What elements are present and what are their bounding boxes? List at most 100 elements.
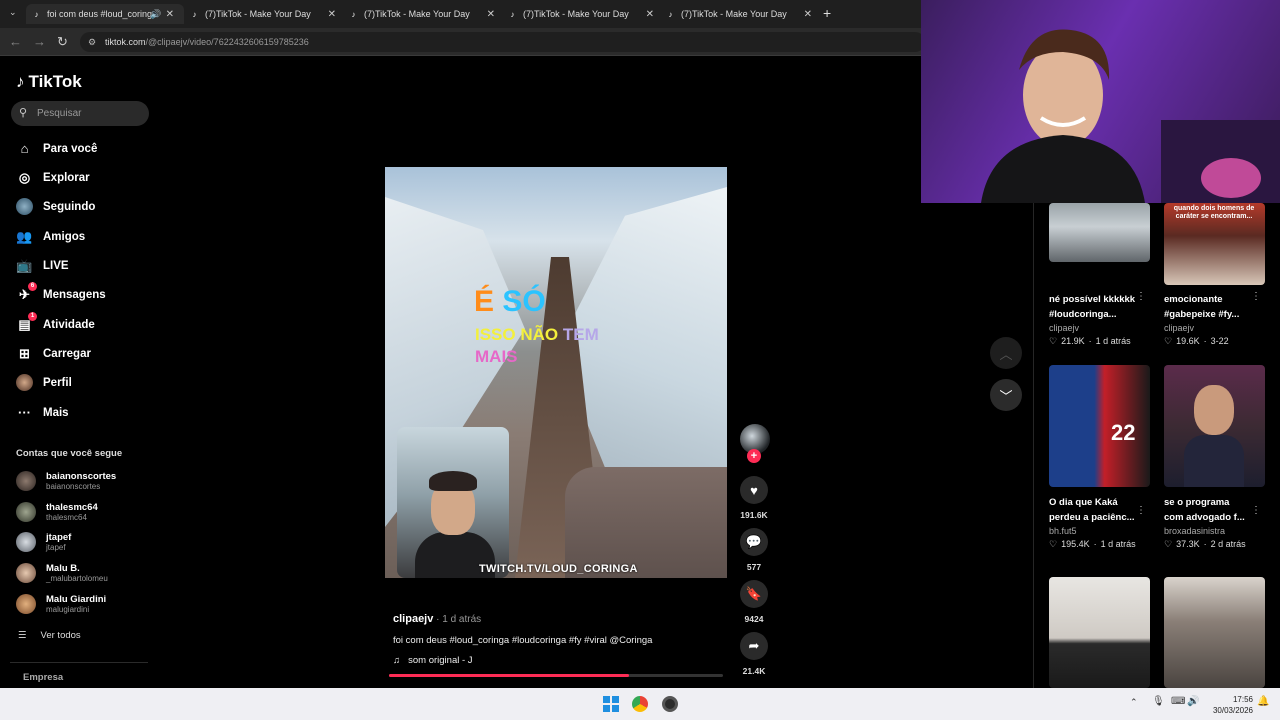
video-age: 3-22 [1210, 336, 1229, 346]
obs-icon[interactable] [662, 696, 678, 712]
tab-list-chevron-icon[interactable]: ⌄ [9, 7, 17, 18]
thumbnail-face [1194, 385, 1234, 435]
recommended-video[interactable]: ⋮ né possível kkkkkk #loudcoringa... cli… [1049, 203, 1150, 347]
back-icon[interactable]: ← [9, 34, 22, 49]
start-tile [612, 705, 619, 712]
close-tab-icon[interactable]: ✕ [487, 9, 495, 20]
account-item[interactable]: thalesmc64 thalesmc64 [16, 502, 98, 522]
video-author[interactable]: clipaejv · 1 d atrás [393, 613, 481, 625]
sidebar-item-more[interactable]: ··· Mais [16, 404, 69, 421]
sidebar-item-activity[interactable]: ▤ 1 Atividade [16, 312, 95, 333]
new-tab-icon[interactable]: + [823, 5, 831, 21]
comment-button[interactable]: 💬 577 [737, 528, 771, 572]
follow-plus-button[interactable]: + [747, 449, 761, 463]
site-info-icon[interactable]: ⚙ [88, 32, 96, 52]
sidebar-item-friends[interactable]: 👥 Amigos [16, 228, 85, 245]
nav-label: Explorar [43, 171, 90, 184]
sidebar-item-live[interactable]: 📺 LIVE [16, 257, 68, 274]
sidebar-item-for-you[interactable]: ⌂ Para você [16, 140, 98, 157]
heart-outline-icon: ♡ [1164, 539, 1173, 549]
more-options-icon[interactable]: ⋮ [1251, 505, 1261, 516]
more-options-icon[interactable]: ⋮ [1136, 291, 1146, 302]
see-all-link[interactable]: ☰ Ver todos [18, 630, 81, 641]
video-author: clipaejv [1049, 323, 1080, 333]
account-item[interactable]: jtapef jtapef [16, 532, 71, 552]
start-tile [603, 696, 610, 703]
sidebar-item-explore[interactable]: ◎ Explorar [16, 169, 90, 186]
video-progress-bar[interactable] [389, 674, 723, 677]
comment-count: 577 [746, 562, 762, 572]
more-options-icon[interactable]: ⋮ [1251, 291, 1261, 302]
speaker-icon[interactable]: 🔊 [150, 9, 161, 20]
video-player[interactable]: É SÓ ISSO NÃO TEM MAIS TWITCH.TV/LOUD_CO… [385, 167, 727, 578]
share-button[interactable]: ➦ 21.4K [737, 632, 771, 676]
video-title: O dia que Kaká perdeu a paciênc... [1049, 497, 1135, 523]
account-item[interactable]: Malu Giardini malugiardini [16, 594, 106, 614]
sidebar-item-upload[interactable]: ⊞ Carregar [16, 345, 91, 362]
save-button[interactable]: 🔖 9424 [737, 580, 771, 624]
video-title: emocionante #gabepeixe #fy... [1164, 294, 1240, 320]
account-handle: jtapef [46, 543, 66, 552]
tab-4[interactable]: ♪ (7)TikTok - Make Your Day ✕ [502, 4, 660, 24]
live-icon: 📺 [16, 257, 33, 273]
search-placeholder: Pesquisar [37, 108, 82, 119]
close-tab-icon[interactable]: ✕ [166, 9, 174, 20]
tab-3[interactable]: ♪ (7)TikTok - Make Your Day ✕ [343, 4, 501, 24]
search-input[interactable]: ⚲ Pesquisar [11, 101, 149, 126]
taskbar: ⌃ 🎙 ⌨ 🔊 🔔 [0, 688, 1280, 720]
recommended-video[interactable]: 22 ⋮ O dia que Kaká perdeu a paciênc... … [1049, 365, 1150, 550]
previous-video-button[interactable]: ︿ [990, 337, 1022, 369]
tab-2[interactable]: ♪ (7)TikTok - Make Your Day ✕ [184, 4, 342, 24]
account-item[interactable]: baianonscortes baianonscortes [16, 471, 116, 491]
video-age: · 1 d atrás [433, 614, 482, 625]
column-divider [1033, 203, 1034, 688]
meta-separator: · [1203, 539, 1207, 549]
sidebar-item-following[interactable]: Seguindo [16, 198, 95, 215]
tab-active[interactable]: ♪ foi com deus #loud_coringa 🔊 ✕ [26, 4, 184, 24]
video-facecam [397, 427, 509, 578]
facecam-hair [429, 471, 477, 491]
tab-5[interactable]: ♪ (7)TikTok - Make Your Day ✕ [660, 4, 818, 24]
account-handle: _malubartolomeu [46, 574, 108, 583]
tiktok-favicon-icon: ♪ [668, 9, 673, 19]
company-link[interactable]: Empresa [23, 672, 63, 683]
nav-label: Mais [43, 406, 69, 419]
volume-icon[interactable]: 🔊 [1187, 696, 1199, 707]
microphone-icon[interactable]: 🎙 [1152, 696, 1165, 707]
video-scene-car [565, 467, 727, 578]
sidebar-item-profile[interactable]: Perfil [16, 374, 72, 391]
recommended-video[interactable]: quando dois homens de caráter se encontr… [1164, 203, 1265, 347]
close-tab-icon[interactable]: ✕ [328, 9, 336, 20]
chevron-up-icon[interactable]: ⌃ [1130, 697, 1138, 708]
recommended-video[interactable] [1164, 577, 1265, 688]
next-video-button[interactable]: ﹀ [990, 379, 1022, 411]
recommended-video[interactable] [1049, 577, 1150, 688]
activity-badge: 1 [28, 312, 37, 321]
see-all-label: Ver todos [40, 630, 81, 641]
url-field[interactable]: ⚙ tiktok.com/@clipaejv/video/76224326061… [80, 32, 925, 52]
like-button[interactable]: ♥ 191.6K [737, 476, 771, 520]
forward-icon[interactable]: → [33, 34, 46, 49]
video-sound[interactable]: ♫ som original - J [393, 655, 473, 666]
bookmark-icon: 🔖 [740, 580, 768, 608]
more-options-icon[interactable]: ⋮ [1136, 505, 1146, 516]
tiktok-logo[interactable]: ♪ TikTok [16, 72, 82, 92]
video-age: 2 d atrás [1210, 539, 1246, 549]
heart-icon: ♥ [740, 476, 768, 504]
webcam-overlay [921, 0, 1280, 203]
windows-start-icon[interactable] [603, 696, 619, 712]
caption-word: TEM [562, 325, 599, 344]
clock-time: 17:56 [1232, 695, 1253, 704]
reload-icon[interactable]: ↻ [57, 34, 68, 50]
account-item[interactable]: Malu B. _malubartolomeu [16, 563, 108, 583]
notifications-icon[interactable]: 🔔 [1257, 696, 1269, 707]
close-tab-icon[interactable]: ✕ [804, 9, 812, 20]
close-tab-icon[interactable]: ✕ [646, 9, 654, 20]
system-clock[interactable]: 17:56 30/03/2026 [1203, 694, 1253, 716]
account-name: Malu Giardini [46, 594, 107, 605]
chrome-icon[interactable] [632, 696, 648, 712]
sidebar-item-messages[interactable]: ✈ 6 Mensagens [16, 282, 106, 303]
recommended-video[interactable]: ⋮ se o programa com advogado f... broxad… [1164, 365, 1265, 550]
network-icon[interactable]: ⌨ [1171, 696, 1185, 707]
video-caption-line1: É SÓ [474, 285, 546, 319]
